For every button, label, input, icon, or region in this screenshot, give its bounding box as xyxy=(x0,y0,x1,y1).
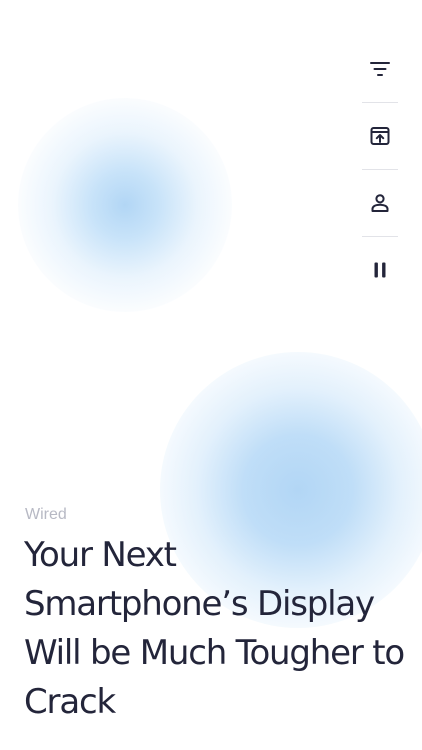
filter-button[interactable] xyxy=(362,36,398,102)
share-icon xyxy=(370,127,390,145)
pause-icon xyxy=(374,262,386,278)
filter-icon xyxy=(370,62,390,76)
pause-button[interactable] xyxy=(362,237,398,303)
article-source: Wired xyxy=(25,506,67,523)
article-headline[interactable]: Your Next Smartphone’s Display Will be M… xyxy=(24,531,405,727)
person-icon xyxy=(371,194,389,212)
share-button[interactable] xyxy=(362,103,398,169)
profile-button[interactable] xyxy=(362,170,398,236)
story-screen: Wired Your Next Smartphone’s Display Wil… xyxy=(0,0,422,750)
decorative-blob-top xyxy=(18,98,232,312)
control-rail xyxy=(362,36,398,303)
